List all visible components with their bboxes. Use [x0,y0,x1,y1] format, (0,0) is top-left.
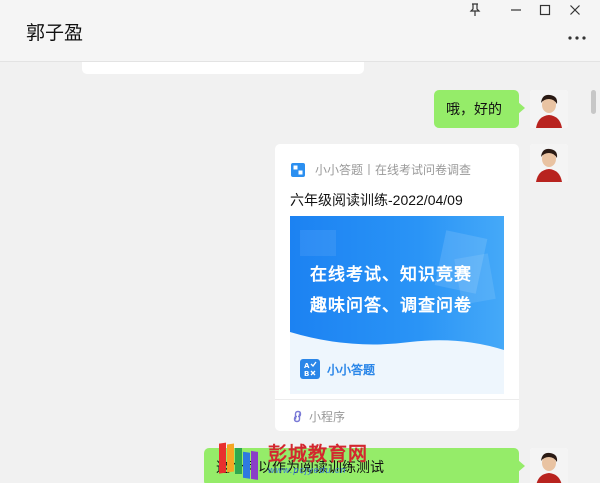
user-avatar[interactable] [530,90,568,128]
mini-program-icon [293,410,302,423]
svg-text:A: A [304,362,310,370]
svg-text:B: B [304,370,309,378]
maximize-icon[interactable] [530,0,560,20]
user-avatar[interactable] [530,144,568,182]
chat-window: 郭子盈 哦，好的 小小答题丨在线考试问卷调查 六年级阅读训练-2022/04/0… [0,0,600,483]
previous-message-bubble[interactable] [82,62,364,74]
close-icon[interactable] [560,0,590,20]
watermark-url: www.pcjyedu.cn [268,465,347,475]
site-watermark: 彭城教育网 www.pcjyedu.cn [216,438,406,482]
minimize-icon[interactable] [501,0,531,20]
card-source: 小小答题丨在线考试问卷调查 [291,161,471,178]
message-text: 哦，好的 [446,101,502,117]
chat-title: 郭子盈 [26,23,84,44]
banner-wave [290,332,504,358]
book-logo-icon [219,442,258,480]
card-brand: A B 小小答题 [300,359,375,379]
scrollbar-thumb[interactable] [591,90,596,114]
card-title: 六年级阅读训练-2022/04/09 [290,192,463,208]
pin-icon[interactable] [460,0,490,20]
brand-label: 小小答题 [327,362,376,377]
card-divider [275,399,519,400]
card-thumbnail: 在线考试、知识竞赛 趣味问答、调查问卷 A B 小小答题 [290,216,504,394]
banner-text-line-1: 在线考试、知识竞赛 [310,265,472,284]
mini-program-card[interactable]: 小小答题丨在线考试问卷调查 六年级阅读训练-2022/04/09 在线考试、知识… [275,144,519,431]
more-dots-icon[interactable] [564,28,590,48]
quiz-logo-icon: A B [300,359,320,379]
watermark-title: 彭城教育网 [268,444,369,465]
message-list[interactable]: 哦，好的 小小答题丨在线考试问卷调查 六年级阅读训练-2022/04/09 在线… [0,62,600,483]
banner-text-line-2: 趣味问答、调查问卷 [310,296,472,315]
chat-header: 郭子盈 [0,0,600,62]
card-footer-label: 小程序 [309,410,346,424]
contact-avatar[interactable] [26,62,70,70]
card-source-label: 小小答题丨在线考试问卷调查 [315,163,472,177]
sent-message-bubble[interactable]: 哦，好的 [434,90,525,128]
user-avatar[interactable] [530,448,568,483]
app-logo-icon [291,162,305,177]
card-footer: 小程序 [291,408,345,425]
